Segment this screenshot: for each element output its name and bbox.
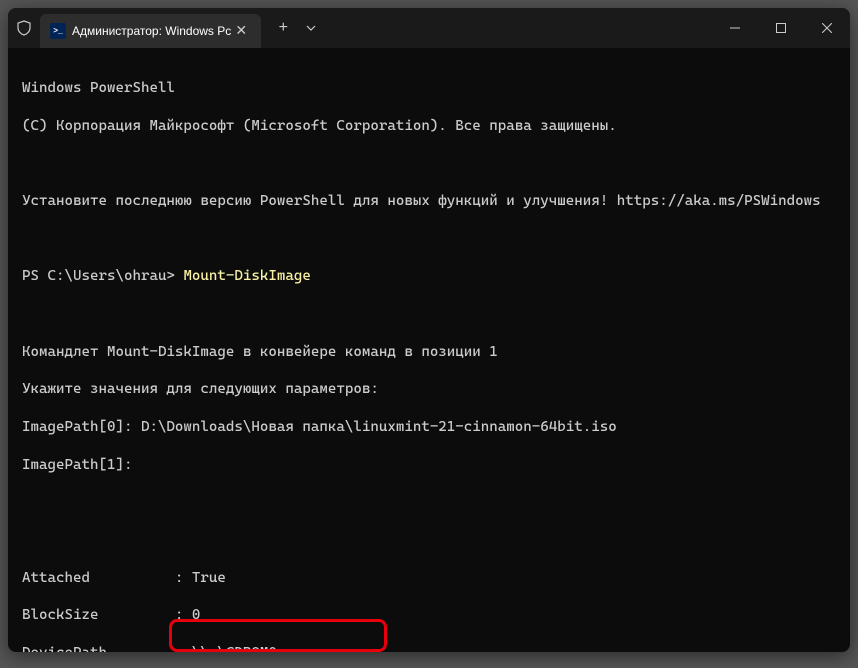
- output-line: Командлет Mount-DiskImage в конвейере ко…: [22, 343, 836, 362]
- close-tab-button[interactable]: ✕: [231, 21, 251, 41]
- close-window-button[interactable]: [804, 8, 850, 48]
- output-line: [22, 531, 836, 550]
- output-line: Установите последнюю версию PowerShell д…: [22, 192, 836, 211]
- tab-title: Администратор: Windows Pc: [72, 24, 231, 38]
- output-line: (C) Корпорация Майкрософт (Microsoft Cor…: [22, 117, 836, 136]
- window-controls: [712, 8, 850, 48]
- output-line: Attached : True: [22, 569, 836, 588]
- output-line: [22, 154, 836, 173]
- terminal-body[interactable]: Windows PowerShell (C) Корпорация Майкро…: [8, 48, 850, 652]
- output-line: [22, 493, 836, 512]
- shield-admin-icon: [16, 20, 32, 36]
- output-line: Windows PowerShell: [22, 79, 836, 98]
- output-line: Укажите значения для следующих параметро…: [22, 380, 836, 399]
- output-line: ImagePath[1]:: [22, 456, 836, 475]
- command-text: Mount-DiskImage: [183, 268, 310, 284]
- output-line: DevicePath : \\.\CDROM0: [22, 644, 836, 652]
- minimize-button[interactable]: [712, 8, 758, 48]
- output-line: [22, 305, 836, 324]
- powershell-icon: >_: [50, 23, 66, 39]
- terminal-window: >_ Администратор: Windows Pc ✕ + Windows…: [8, 8, 850, 652]
- prompt-path: PS C:\Users\ohrau>: [22, 268, 183, 284]
- output-line: [22, 230, 836, 249]
- tab-dropdown-button[interactable]: [299, 12, 323, 44]
- active-tab[interactable]: >_ Администратор: Windows Pc ✕: [40, 14, 261, 48]
- prompt-line: PS C:\Users\ohrau> Mount-DiskImage: [22, 267, 836, 286]
- new-tab-button[interactable]: +: [267, 12, 299, 44]
- output-line: ImagePath[0]: D:\Downloads\Новая папка\l…: [22, 418, 836, 437]
- maximize-button[interactable]: [758, 8, 804, 48]
- output-line: BlockSize : 0: [22, 606, 836, 625]
- titlebar[interactable]: >_ Администратор: Windows Pc ✕ +: [8, 8, 850, 48]
